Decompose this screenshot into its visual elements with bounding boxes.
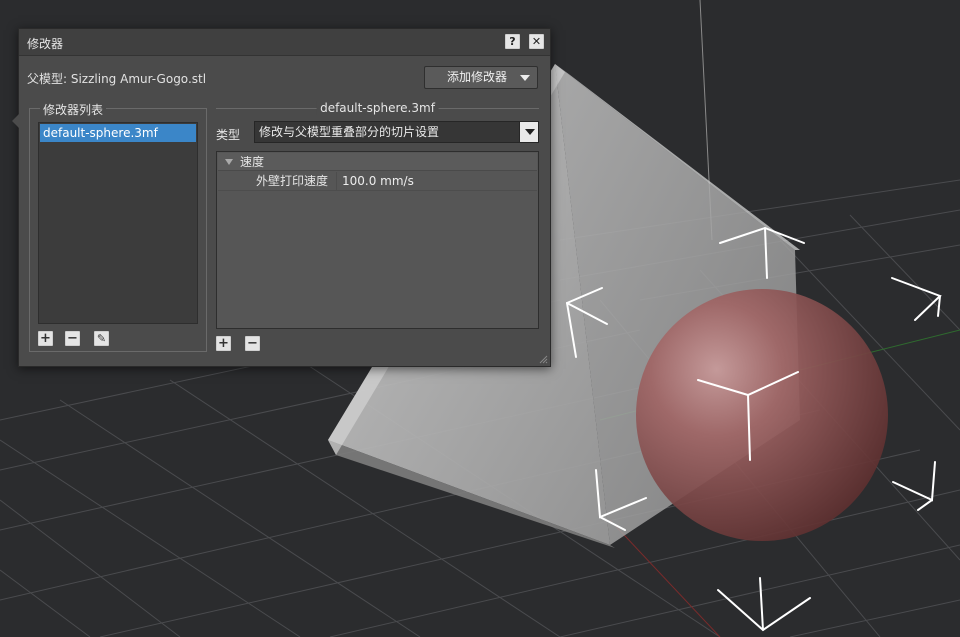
modifier-list-group: 修改器列表 default-sphere.3mf + − ✎ <box>29 101 207 352</box>
modifier-list-legend: 修改器列表 <box>40 101 107 118</box>
add-modifier-label: 添加修改器 <box>447 70 508 84</box>
modifier-file-title: default-sphere.3mf <box>216 101 539 115</box>
modifier-dialog: 修改器 ? ✕ 父模型: Sizzling Amur-Gogo.stl 添加修改… <box>12 28 551 367</box>
list-item[interactable]: default-sphere.3mf <box>40 124 196 142</box>
add-setting-icon[interactable]: + <box>216 336 231 351</box>
dialog-pointer <box>12 114 19 128</box>
chevron-down-icon <box>520 75 530 81</box>
type-label: 类型 <box>216 128 241 142</box>
collapse-triangle-icon[interactable] <box>225 159 233 165</box>
property-separator <box>336 172 337 191</box>
parent-model-label: 父模型: Sizzling Amur-Gogo.stl <box>27 72 207 86</box>
modifier-file-name: default-sphere.3mf <box>316 101 439 115</box>
add-modifier-button[interactable]: 添加修改器 <box>424 66 538 89</box>
edit-icon[interactable]: ✎ <box>94 331 109 346</box>
property-category-speed[interactable]: 速度 <box>218 153 537 171</box>
add-icon[interactable]: + <box>38 331 53 346</box>
dialog-title: 修改器 <box>27 37 64 51</box>
property-row-outer-wall-speed[interactable]: 外壁打印速度 100.0 mm/s <box>218 172 537 191</box>
remove-setting-icon[interactable]: − <box>245 336 260 351</box>
property-value[interactable]: 100.0 mm/s <box>342 172 414 191</box>
help-button[interactable]: ? <box>505 34 520 49</box>
chevron-down-icon[interactable] <box>519 122 538 142</box>
modifier-sphere <box>636 289 888 541</box>
property-category-label: 速度 <box>240 155 265 169</box>
property-grid[interactable]: 速度 外壁打印速度 100.0 mm/s <box>216 151 539 329</box>
type-select[interactable]: 修改与父模型重叠部分的切片设置 <box>254 121 539 143</box>
type-select-value: 修改与父模型重叠部分的切片设置 <box>259 125 440 139</box>
remove-icon[interactable]: − <box>65 331 80 346</box>
dialog-titlebar[interactable]: 修改器 ? ✕ <box>19 29 550 56</box>
close-button[interactable]: ✕ <box>529 34 544 49</box>
modifier-list[interactable]: default-sphere.3mf <box>38 122 198 324</box>
property-name: 外壁打印速度 <box>255 174 328 188</box>
resize-grip-icon[interactable] <box>538 354 548 364</box>
